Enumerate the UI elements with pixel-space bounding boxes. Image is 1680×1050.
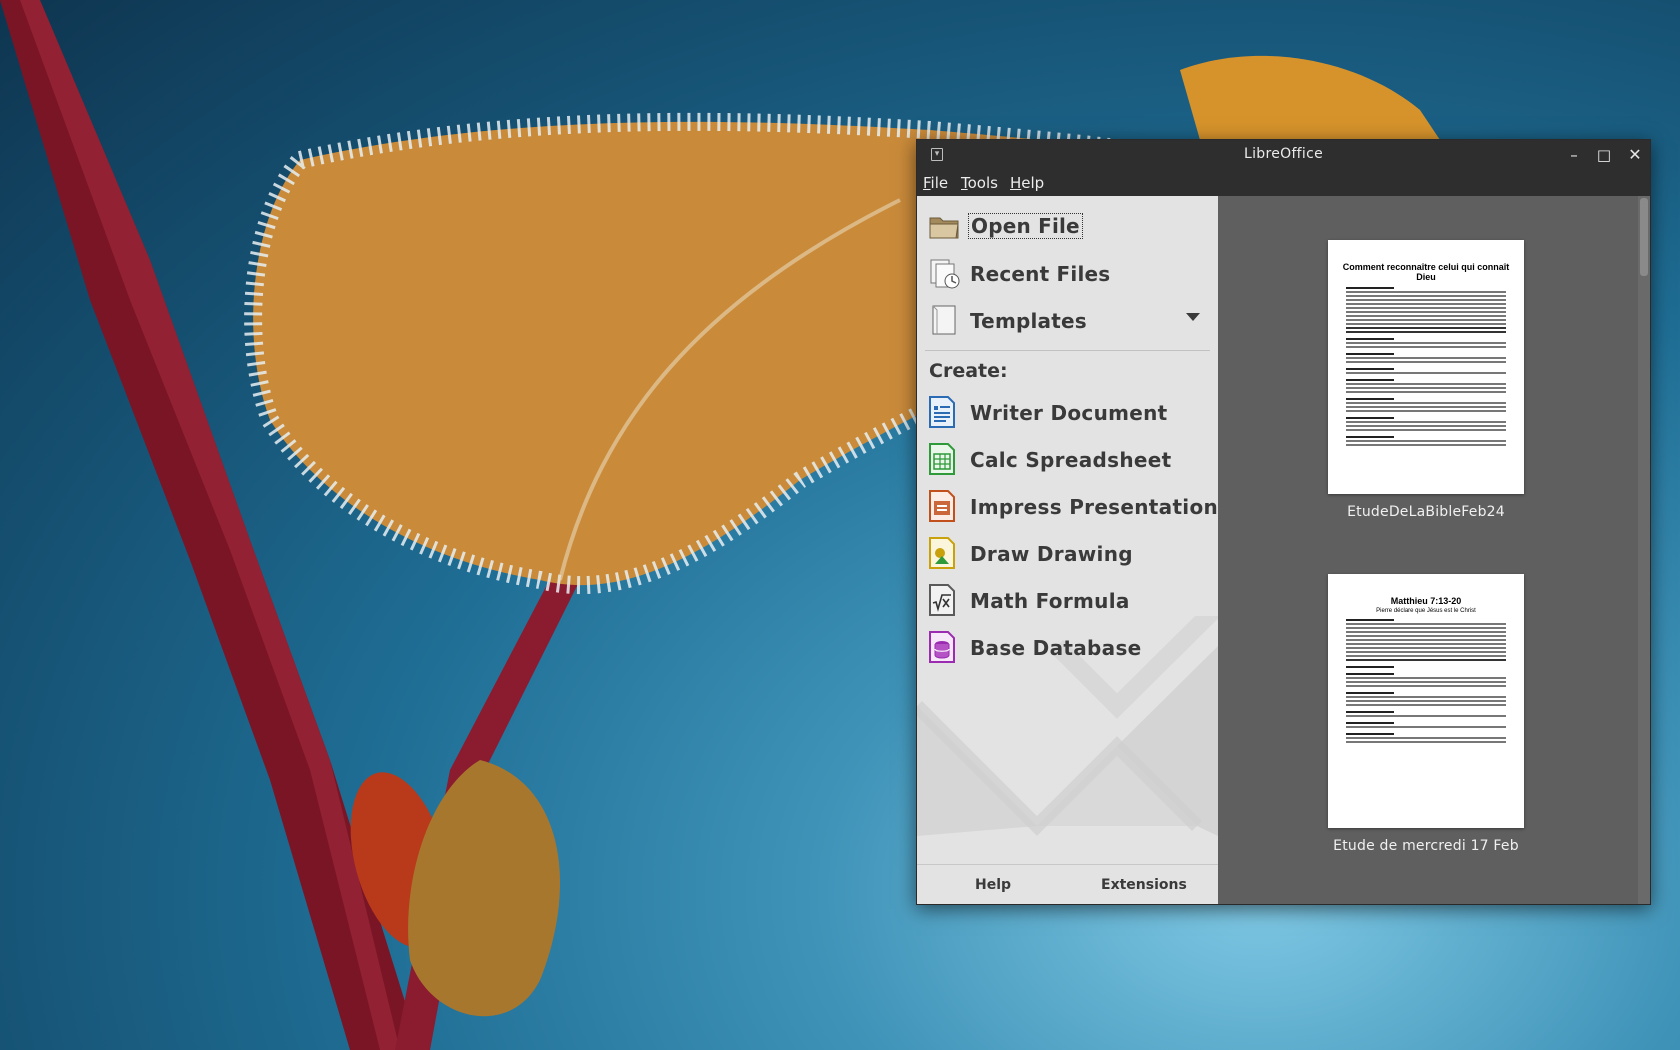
recent-document-thumbnail[interactable]: Matthieu 7:13-20 Pierre déclare que Jésu… xyxy=(1328,574,1526,854)
menu-file-label: ile xyxy=(930,174,949,192)
document-preview-title: Comment reconnaître celui qui connaît Di… xyxy=(1342,262,1510,282)
math-icon xyxy=(929,584,955,616)
recent-document-name: EtudeDeLaBibleFeb24 xyxy=(1347,504,1505,520)
document-preview-text-lines xyxy=(1328,619,1524,743)
create-draw-drawing-button[interactable]: Draw Drawing xyxy=(925,533,1215,573)
recent-document-name: Etude de mercredi 17 Feb xyxy=(1333,838,1519,854)
chevron-down-icon[interactable] xyxy=(1186,313,1200,321)
folder-open-icon xyxy=(929,217,959,239)
create-base-database-button[interactable]: Base Database xyxy=(925,627,1215,667)
minimize-button[interactable]: – xyxy=(1562,143,1586,167)
recent-document-thumbnail[interactable]: Comment reconnaître celui qui connaît Di… xyxy=(1328,240,1526,520)
templates-label: Templates xyxy=(970,309,1087,333)
close-button[interactable]: ✕ xyxy=(1623,143,1647,167)
menu-tools-label: ools xyxy=(967,174,998,192)
recent-files-label: Recent Files xyxy=(970,262,1111,286)
extensions-button[interactable]: Extensions xyxy=(1101,877,1187,893)
create-writer-document-button[interactable]: Writer Document xyxy=(925,392,1215,432)
open-file-label: Open File xyxy=(968,213,1083,239)
impress-presentation-label: Impress Presentation xyxy=(970,495,1218,519)
document-preview-text-lines xyxy=(1328,287,1524,446)
document-preview-title: Matthieu 7:13-20 xyxy=(1390,596,1462,606)
math-formula-label: Math Formula xyxy=(970,589,1130,613)
menu-help-mnemonic: H xyxy=(1010,174,1022,192)
create-heading: Create: xyxy=(929,360,1008,382)
recent-documents-icon xyxy=(930,259,960,289)
create-math-formula-button[interactable]: Math Formula xyxy=(925,580,1215,620)
base-icon xyxy=(929,631,955,663)
menu-tools[interactable]: Tools xyxy=(961,174,998,192)
impress-icon xyxy=(929,490,955,522)
base-database-label: Base Database xyxy=(970,636,1142,660)
writer-icon xyxy=(929,396,955,428)
templates-icon xyxy=(932,305,956,335)
document-preview-subtitle: Pierre déclare que Jésus est le Christ xyxy=(1376,608,1476,614)
scrollbar-thumb[interactable] xyxy=(1640,198,1648,276)
sidebar-footer: Help Extensions xyxy=(917,864,1218,904)
recent-documents-pane: Comment reconnaître celui qui connaît Di… xyxy=(1218,196,1650,904)
recent-files-button[interactable]: Recent Files xyxy=(925,253,1211,293)
help-button[interactable]: Help xyxy=(975,877,1011,893)
maximize-button[interactable]: □ xyxy=(1592,143,1616,167)
libreoffice-start-center-window: ▾ LibreOffice – □ ✕ File Tools Help Open… xyxy=(916,139,1651,905)
create-calc-spreadsheet-button[interactable]: Calc Spreadsheet xyxy=(925,439,1215,479)
menu-tools-mnemonic: T xyxy=(961,174,968,192)
templates-button[interactable]: Templates xyxy=(925,300,1211,340)
draw-drawing-label: Draw Drawing xyxy=(970,542,1133,566)
window-title: LibreOffice xyxy=(1243,146,1323,162)
menubar: File Tools Help xyxy=(917,170,1650,196)
calc-icon xyxy=(929,443,955,475)
menu-file[interactable]: File xyxy=(923,174,948,192)
window-titlebar[interactable]: ▾ LibreOffice – □ ✕ xyxy=(917,140,1650,170)
document-preview: Matthieu 7:13-20 Pierre déclare que Jésu… xyxy=(1328,574,1524,828)
draw-icon xyxy=(929,537,955,569)
menu-help-label: elp xyxy=(1021,174,1045,192)
create-impress-presentation-button[interactable]: Impress Presentation xyxy=(925,486,1218,526)
vertical-scrollbar[interactable] xyxy=(1638,196,1650,904)
menu-file-mnemonic: F xyxy=(923,174,931,192)
document-preview: Comment reconnaître celui qui connaît Di… xyxy=(1328,240,1524,494)
start-center-sidebar: Open File Recent Files Templates Create: xyxy=(917,196,1218,904)
menu-help[interactable]: Help xyxy=(1010,174,1044,192)
open-file-button[interactable]: Open File xyxy=(925,206,1211,246)
writer-document-label: Writer Document xyxy=(970,401,1168,425)
calc-spreadsheet-label: Calc Spreadsheet xyxy=(970,448,1172,472)
sidebar-separator xyxy=(925,350,1210,351)
